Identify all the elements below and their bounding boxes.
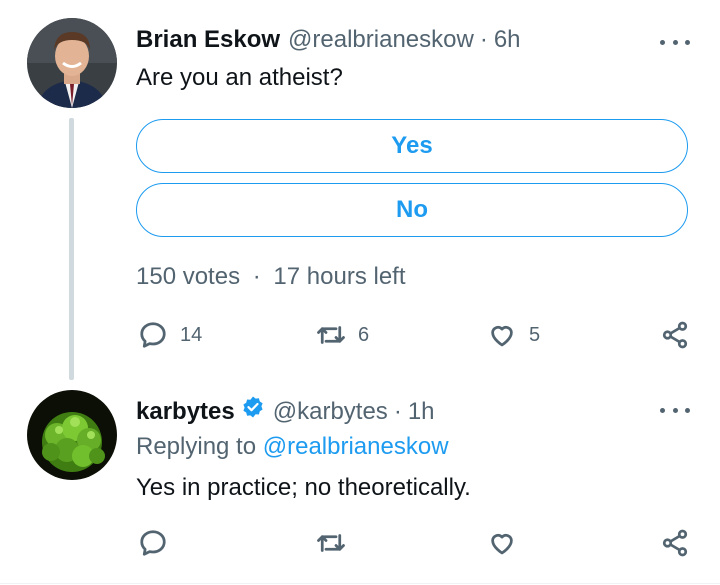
reply-count: 14 — [180, 323, 203, 346]
more-icon[interactable] — [660, 35, 690, 49]
share-button[interactable] — [660, 320, 690, 350]
tweet-karbytes[interactable]: karbytes @karbytes · 1h Replying to @rea… — [0, 385, 720, 585]
timestamp[interactable]: 1h — [408, 398, 435, 426]
replying-to: Replying to @realbrianeskow — [136, 433, 449, 461]
poll-option-yes[interactable]: Yes — [136, 119, 688, 173]
separator-dot: · — [252, 263, 261, 290]
share-icon — [660, 528, 690, 558]
thread-line — [69, 118, 74, 380]
repost-icon — [316, 320, 346, 350]
like-count: 5 — [529, 323, 541, 346]
poll-meta: 150 votes · 17 hours left — [136, 263, 406, 291]
repost-button[interactable] — [316, 528, 346, 558]
tweet-text: Yes in practice; no theoretically. — [136, 474, 471, 501]
share-button[interactable] — [660, 528, 690, 558]
like-icon — [487, 528, 517, 558]
repost-count: 6 — [358, 323, 370, 346]
author-handle[interactable]: @karbytes — [273, 398, 388, 426]
replying-to-label: Replying to — [136, 433, 257, 460]
poll-time-left: 17 hours left — [273, 263, 406, 290]
like-button[interactable]: 5 — [487, 320, 540, 350]
avatar-karbytes[interactable] — [27, 390, 117, 480]
replying-to-mention[interactable]: @realbrianeskow — [263, 433, 449, 460]
author-name[interactable]: karbytes — [136, 398, 235, 426]
share-icon — [660, 320, 690, 350]
reply-icon — [138, 320, 168, 350]
poll-votes: 150 votes — [136, 263, 241, 290]
tweet-text: Are you an atheist? — [136, 64, 343, 91]
author-handle[interactable]: @realbrianeskow — [288, 26, 474, 54]
reply-icon — [138, 528, 168, 558]
more-icon[interactable] — [660, 403, 690, 417]
timestamp[interactable]: 6h — [494, 26, 521, 54]
verified-badge-icon — [241, 395, 265, 419]
tweet-header: karbytes @karbytes · 1h — [136, 395, 435, 426]
reply-button[interactable]: 14 — [138, 320, 202, 350]
avatar-brian-eskow[interactable] — [27, 18, 117, 108]
reply-button[interactable] — [138, 528, 168, 558]
tweet-header: Brian Eskow @realbrianeskow · 6h — [136, 26, 521, 54]
poll-option-no[interactable]: No — [136, 183, 688, 237]
like-icon — [487, 320, 517, 350]
author-name[interactable]: Brian Eskow — [136, 26, 280, 54]
separator-dot: · — [393, 398, 402, 425]
divider — [0, 583, 720, 584]
tweet-brian-eskow[interactable]: Brian Eskow @realbrianeskow · 6h Are you… — [0, 0, 720, 385]
repost-icon — [316, 528, 346, 558]
separator-dot: · — [479, 26, 488, 53]
repost-button[interactable]: 6 — [316, 320, 369, 350]
like-button[interactable] — [487, 528, 517, 558]
